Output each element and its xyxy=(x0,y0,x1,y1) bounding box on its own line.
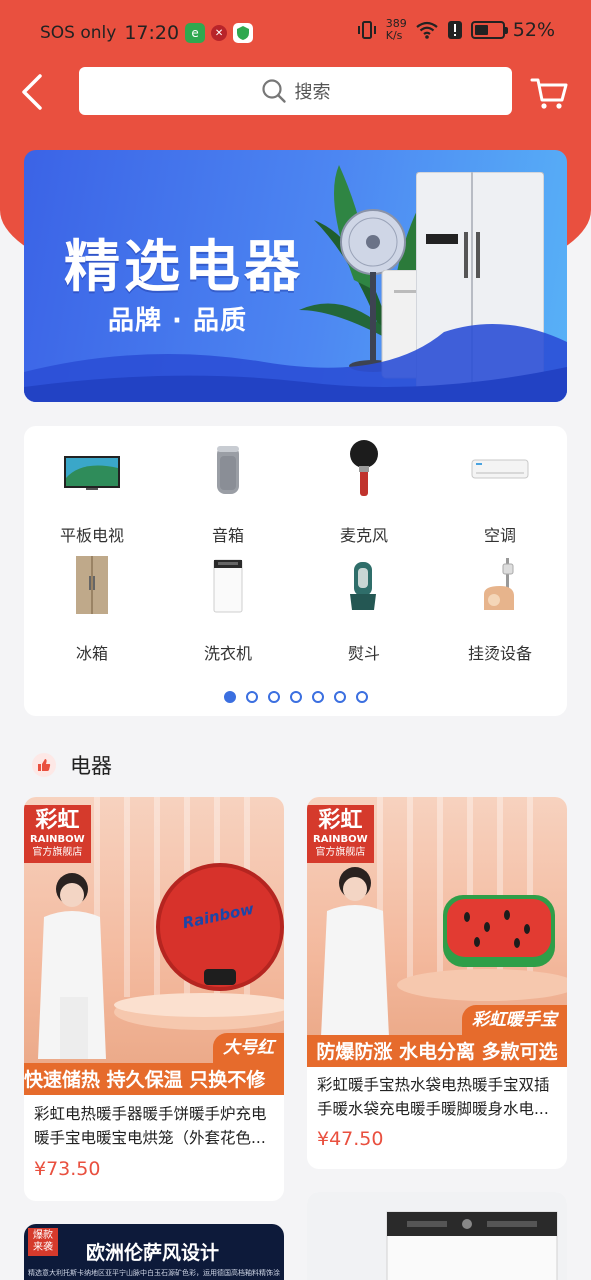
product-price: ¥47.50 xyxy=(317,1128,384,1150)
battery-icon xyxy=(470,21,508,39)
section-title: 电器 xyxy=(70,754,112,778)
battery-percent: 52% xyxy=(512,19,555,41)
promo-tag: 大号红 xyxy=(213,1033,284,1063)
battery-fill xyxy=(474,25,489,35)
product-image: 彩虹 RAINBOW 官方旗舰店 Rainbow 大号红 快速储热 持久保温 只… xyxy=(24,797,284,1095)
brand-name-en: RAINBOW xyxy=(313,834,368,845)
promo-tag: 彩虹暖手宝 xyxy=(462,1005,567,1035)
shield-x-icon: ✕ xyxy=(211,25,228,41)
washing-machine-product-image xyxy=(307,1192,567,1280)
banner-subtitle: 品牌 · 品质 xyxy=(108,306,247,336)
category-item-washing-machine[interactable]: 洗衣机 xyxy=(160,544,296,663)
category-item-tv[interactable]: 平板电视 xyxy=(24,426,160,545)
product-card[interactable]: 彩虹 RAINBOW 官方旗舰店 彩虹暖手宝 防爆防涨 水电分离 多款可选 彩虹… xyxy=(307,797,567,1169)
banner-title: 精选电器 xyxy=(64,235,304,300)
alert-icon xyxy=(447,21,462,39)
category-item-iron[interactable]: 熨斗 xyxy=(296,544,432,663)
wifi-icon xyxy=(416,21,438,39)
category-label: 冰箱 xyxy=(75,644,108,663)
cart-button[interactable] xyxy=(528,72,570,114)
section-header: 电器 xyxy=(32,750,112,780)
product-price: ¥73.50 xyxy=(34,1158,101,1180)
brand-name-cn: 彩虹 xyxy=(35,808,80,833)
product-name: 彩虹暖手宝热水袋电热暖手宝双插手暖水袋充电暖手暖脚暖身水电... xyxy=(317,1076,550,1118)
promo-banner[interactable]: 精选电器 品牌 · 品质 xyxy=(24,150,567,402)
security-app-icon xyxy=(233,23,254,43)
category-label: 空调 xyxy=(483,526,516,545)
brand-logo: 彩虹 RAINBOW 官方旗舰店 xyxy=(24,805,91,863)
garment-steamer-icon xyxy=(484,558,514,610)
category-label: 麦克风 xyxy=(339,526,388,545)
brand-store: 官方旗舰店 xyxy=(32,847,83,858)
category-label: 平板电视 xyxy=(59,526,124,545)
category-label: 熨斗 xyxy=(347,644,380,663)
brand-store: 官方旗舰店 xyxy=(315,847,366,858)
category-item-microphone[interactable]: 麦克风 xyxy=(296,426,432,545)
product-card[interactable]: 彩虹 RAINBOW 官方旗舰店 Rainbow 大号红 快速储热 持久保温 只… xyxy=(24,797,284,1201)
category-label: 音箱 xyxy=(211,526,244,545)
iron-icon xyxy=(350,562,376,610)
product-card[interactable]: 爆款 来袭 欧洲伦萨风设计 精选意大利托斯卡纳地区亚平宁山脉中白玉石源矿色彩，运… xyxy=(24,1224,284,1280)
product-card[interactable] xyxy=(307,1192,567,1280)
app-notification-icon: e xyxy=(185,23,206,43)
cart-icon xyxy=(530,78,568,109)
vibrate-icon xyxy=(357,21,376,39)
promo-strip: 快速储热 持久保温 只换不修 xyxy=(24,1063,284,1095)
air-conditioner-icon xyxy=(471,459,529,479)
pagination-dot[interactable] xyxy=(355,691,368,703)
clock: 17:20 xyxy=(124,22,180,44)
pagination-dot[interactable] xyxy=(289,691,302,703)
net-speed-unit: K/s xyxy=(385,29,403,42)
brand-logo: 彩虹 RAINBOW 官方旗舰店 xyxy=(307,805,374,863)
thumbs-up-icon xyxy=(32,753,56,777)
category-label: 挂烫设备 xyxy=(467,644,532,663)
product-headline: 欧洲伦萨风设计 xyxy=(86,1242,220,1264)
product-image: 彩虹 RAINBOW 官方旗舰店 彩虹暖手宝 防爆防涨 水电分离 多款可选 xyxy=(307,797,567,1067)
category-item-fridge[interactable]: 冰箱 xyxy=(24,544,160,663)
banner-wave-decoration xyxy=(24,324,567,402)
chevron-left-icon xyxy=(22,74,42,110)
pagination-dot[interactable] xyxy=(333,691,346,703)
carrier-label: SOS only xyxy=(40,23,117,43)
pagination-dot[interactable] xyxy=(267,691,280,703)
category-label: 洗衣机 xyxy=(203,644,252,663)
status-bar: SOS only 17:20 e ✕ 389 K/s 52% xyxy=(0,0,591,66)
fridge-icon xyxy=(76,556,108,614)
category-item-speaker[interactable]: 音箱 xyxy=(160,426,296,545)
hot-badge: 爆款 来袭 xyxy=(28,1228,58,1256)
category-item-garment-steamer[interactable]: 挂烫设备 xyxy=(432,544,568,663)
product-fineprint: 精选意大利托斯卡纳地区亚平宁山脉中白玉石源矿色彩，运用德国高档釉料精饰涂装 xyxy=(28,1269,280,1277)
tv-icon xyxy=(64,456,120,490)
pagination-dot[interactable] xyxy=(223,691,236,703)
pagination-dot[interactable] xyxy=(311,691,324,703)
search-icon xyxy=(261,79,286,103)
washing-machine-icon xyxy=(213,559,243,613)
back-button[interactable] xyxy=(14,70,54,114)
product-name: 彩虹电热暖手器暖手饼暖手炉充电暖手宝电暖宝电烘笼（外套花色... xyxy=(34,1105,267,1147)
speaker-icon xyxy=(217,446,239,494)
promo-strip: 防爆防涨 水电分离 多款可选 xyxy=(307,1035,567,1067)
network-speed: 389 K/s xyxy=(386,18,407,42)
search-placeholder: 搜索 xyxy=(294,82,331,103)
pagination-dot[interactable] xyxy=(245,691,258,703)
microphone-icon xyxy=(350,440,378,496)
carousel-pagination[interactable] xyxy=(24,691,567,703)
brand-name-cn: 彩虹 xyxy=(318,808,363,833)
category-grid: 平板电视 音箱 麦克风 空调 冰箱 洗衣机 熨斗 挂烫设备 xyxy=(24,426,567,716)
brand-name-en: RAINBOW xyxy=(30,834,85,845)
search-input[interactable]: 搜索 xyxy=(79,67,512,115)
category-item-air-conditioner[interactable]: 空调 xyxy=(432,426,568,545)
